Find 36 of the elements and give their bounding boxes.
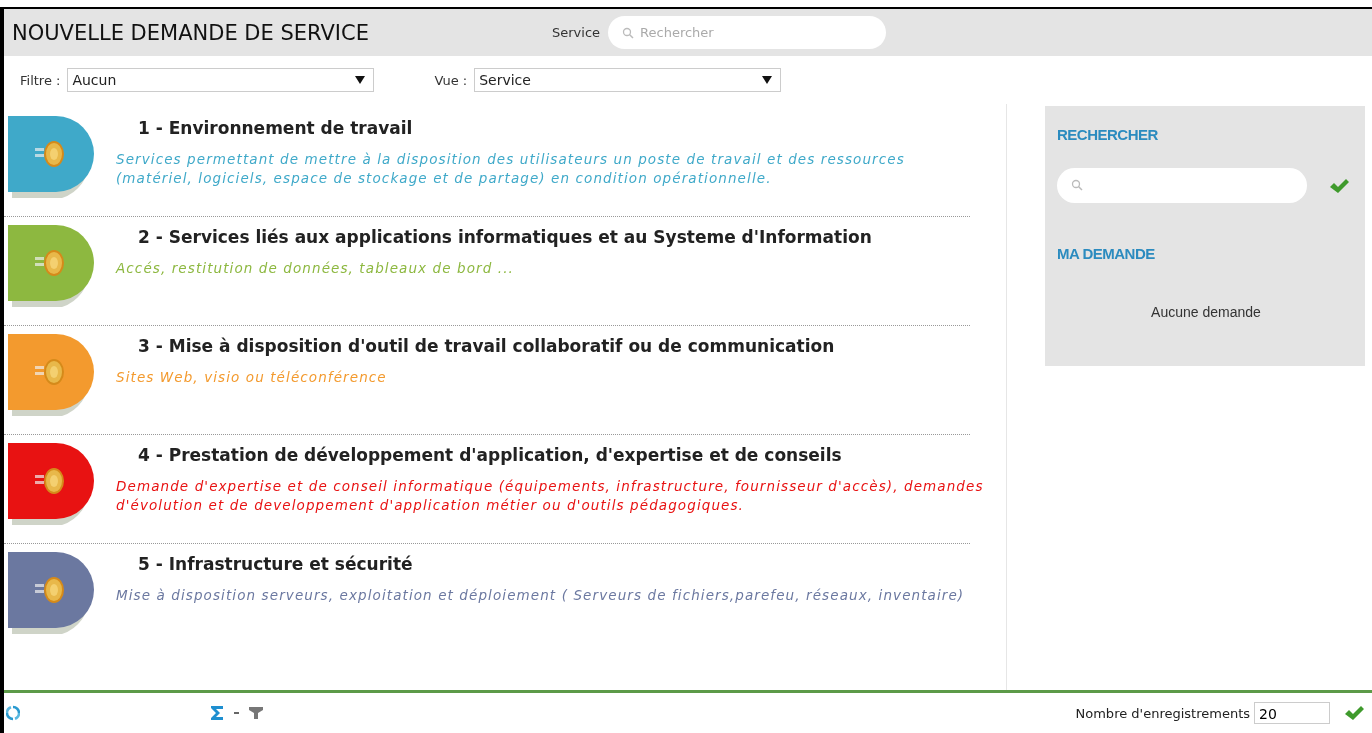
search-label: Service <box>552 25 601 40</box>
service-description: Mise à disposition serveurs, exploitation et déploiement ( Serveurs de fichiers,parefeu, réseaux, inventaire) <box>116 586 966 605</box>
search-field[interactable] <box>1057 168 1307 203</box>
service-description: Services permettant de mettre à la disposition des utilisateurs un poste de travail et des ressources (matériel, logiciels, espace de stockage et de partage) en condition opérationnelle. <box>116 150 906 188</box>
sigma-icon[interactable] <box>210 705 224 721</box>
dropdown-arrow-icon <box>355 76 366 84</box>
check-icon[interactable] <box>1329 177 1349 194</box>
filter-icon[interactable] <box>249 706 263 720</box>
filter-label: Vue : <box>434 72 468 88</box>
service-description: Sites Web, visio ou téléconférence <box>116 368 388 387</box>
filter-label: Filtre : <box>20 72 61 88</box>
service-title: 2 - Services liés aux applications informatiques et au Systeme d'Information <box>138 227 873 247</box>
records-field[interactable]: 20 <box>1254 702 1330 724</box>
service-item[interactable]: 5 - Infrastructure et sécurité Mise à disposition serveurs, exploitation et déploiement ( Serveurs de fichiers,parefeu, réseaux, inventaire) <box>4 544 970 653</box>
page-title: NOUVELLE DEMANDE DE SERVICE <box>12 20 370 45</box>
check-icon[interactable] <box>1344 705 1364 721</box>
service-item[interactable]: 3 - Mise à disposition d'outil de travail collaboratif ou de communication Sites Web, visio ou téléconférence <box>4 326 970 435</box>
records-label: Nombre d'enregistrements <box>1075 705 1250 721</box>
search-field[interactable]: Rechercher <box>608 16 887 49</box>
search-icon <box>622 27 635 39</box>
dropdown-arrow-icon <box>762 76 773 84</box>
service-title: 5 - Infrastructure et sécurité <box>138 554 414 574</box>
service-title: 4 - Prestation de développement d'application, d'expertise et de conseils <box>138 445 843 465</box>
empty-request-text: Aucune demande <box>1150 304 1262 320</box>
refresh-icon[interactable] <box>6 705 20 721</box>
service-title: 3 - Mise à disposition d'outil de travail collaboratif ou de communication <box>138 336 836 356</box>
service-item[interactable]: 2 - Services liés aux applications informatiques et au Systeme d'Information Accés, restitution de données, tableaux de bord ... <box>4 217 970 326</box>
service-description: Demande d'expertise et de conseil informatique (équipements, infrastructure, fournisseur d'accès), demandes d'évolution et de developpement d'application métier ou d'outils pédagogiques. <box>116 477 985 515</box>
separator-icon <box>234 712 239 714</box>
section-heading: MA DEMANDE <box>1057 245 1156 262</box>
dropdown[interactable]: Aucun <box>67 68 375 92</box>
service-description: Accés, restitution de données, tableaux de bord ... <box>116 259 515 278</box>
service-title: 1 - Environnement de travail <box>138 118 414 138</box>
search-icon <box>1071 179 1083 191</box>
section-heading: RECHERCHER <box>1057 126 1159 143</box>
dropdown[interactable]: Service <box>474 68 782 92</box>
